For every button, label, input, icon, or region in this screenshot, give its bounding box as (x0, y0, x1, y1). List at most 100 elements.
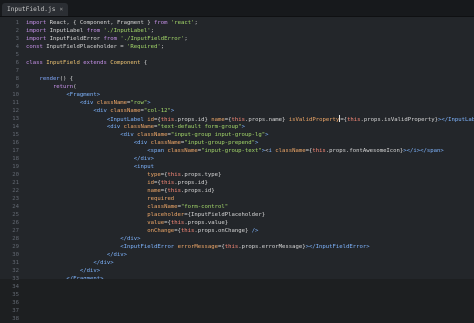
code-token: <InputFieldError (26, 244, 178, 250)
code-token: <span (26, 148, 168, 154)
code-token: from (86, 28, 101, 34)
code-token: className (275, 148, 306, 154)
code-token: > (170, 108, 175, 114)
code-token: InputFieldPlaceholder = (42, 44, 128, 50)
code-token: placeholder (26, 212, 185, 218)
code-line: <InputFieldError errorMessage={this.prop… (26, 243, 474, 251)
line-number: 5 (15, 52, 19, 58)
line-number: 24 (12, 204, 19, 210)
code-editor-window: InputField.js × 1 2 3 4 5 6 7 8 9 10 11 12 13 14 15 16 1… (0, 0, 474, 322)
line-number: 33 (12, 276, 19, 282)
line-number: 15 (12, 132, 19, 138)
code-token: ; (184, 36, 188, 42)
tab-bar: InputField.js × (0, 0, 474, 17)
close-icon[interactable]: × (59, 6, 63, 13)
code-token: ; (150, 28, 155, 34)
code-token: "col-12" (143, 108, 171, 114)
code-line: import React, { Component, Fragment } fr… (26, 19, 474, 27)
code-token: ={InputFieldPlaceholder} (184, 212, 266, 218)
line-number: 12 (12, 108, 19, 114)
code-token: </div> (26, 252, 128, 258)
code-token: > (241, 124, 245, 130)
code-line: render() { (26, 75, 474, 83)
code-line: <input (26, 163, 474, 171)
code-token: > (255, 140, 259, 146)
code-token: './InputFieldError' (116, 36, 185, 42)
line-number: 20 (12, 172, 19, 178)
line-number: 35 (12, 292, 19, 298)
code-token: extends (83, 60, 107, 66)
code-token: ( (73, 84, 77, 90)
code-line: <Fragment> (26, 91, 474, 99)
line-number: 9 (15, 84, 19, 90)
code-token: .props.id} (174, 180, 208, 186)
code-line: <div className="input-group input-group-… (26, 131, 474, 139)
code-token: ></InputFieldError> (305, 244, 370, 250)
code-token: ; (194, 20, 198, 26)
code-token: ; (160, 44, 165, 50)
code-token: 'Required' (127, 44, 161, 50)
code-token: () { (59, 76, 74, 82)
code-content[interactable]: import React, { Component, Fragment } fr… (22, 17, 474, 279)
code-token: './InputLabel' (100, 28, 151, 34)
code-token: > (147, 100, 151, 106)
line-number: 2 (15, 28, 19, 34)
code-token: .props.onChange} (194, 228, 252, 234)
code-token: from (154, 20, 168, 26)
code-token: <input (26, 164, 154, 170)
line-number: 29 (12, 244, 19, 250)
line-number: 17 (12, 148, 19, 154)
code-line: placeholder={InputFieldPlaceholder} (26, 211, 474, 219)
code-token: errorMessage (177, 244, 218, 250)
editor-area[interactable]: 1 2 3 4 5 6 7 8 9 10 11 12 13 14 15 16 17 18 19 20 21 22 23 24 2… (0, 17, 474, 322)
code-token: </div> (26, 260, 114, 266)
code-token: "text-default form-group" (157, 124, 242, 130)
code-token: InputField (42, 60, 84, 66)
code-token: .props.value} (184, 220, 229, 226)
code-token: this (167, 172, 181, 178)
code-token: InputLabel (46, 28, 87, 34)
code-token: "row" (130, 100, 148, 106)
line-number: 7 (15, 68, 19, 74)
line-number: 25 (12, 212, 19, 218)
code-token: ={ (153, 180, 161, 186)
code-token: className (167, 148, 198, 154)
tab-title: InputField.js (7, 6, 56, 13)
line-number: 22 (12, 188, 19, 194)
code-token: required (26, 196, 175, 202)
code-token: InputFieldError (46, 36, 104, 42)
code-token: value (26, 220, 165, 226)
code-token: </div> (26, 156, 154, 162)
line-number-gutter: 1 2 3 4 5 6 7 8 9 10 11 12 13 14 15 16 17 18 19 20 21 22 23 24 2… (0, 17, 22, 322)
code-token: "form-control" (180, 204, 229, 210)
code-line: <span className="input-group-text"><i cl… (26, 147, 474, 155)
code-token: return (26, 84, 74, 90)
code-token: .props.fontAwesomeIcon} (325, 148, 404, 154)
line-number: 11 (12, 100, 19, 106)
line-number: 10 (12, 92, 19, 98)
code-token: from (103, 36, 117, 42)
code-token: this (180, 228, 195, 234)
code-line: return( (26, 83, 474, 91)
code-token: "input-group-prepend" (184, 140, 256, 146)
code-token: > (265, 132, 269, 138)
tab-inputfield-js[interactable]: InputField.js × (2, 3, 69, 16)
code-token: className (137, 132, 168, 138)
line-number: 31 (12, 260, 19, 266)
code-token: onChange (26, 228, 175, 234)
line-number: 38 (12, 316, 19, 322)
code-token: this (224, 244, 239, 250)
code-token: <div (26, 140, 151, 146)
code-token: className (26, 204, 178, 210)
code-token: <div (26, 132, 138, 138)
line-number: 21 (12, 180, 19, 186)
code-token: .props.errorMessage} (238, 244, 306, 250)
code-token: ></i></span> (403, 148, 444, 154)
code-line: </div> (26, 267, 474, 275)
code-token: className (150, 140, 181, 146)
line-number: 3 (15, 36, 19, 42)
line-number: 37 (12, 308, 19, 314)
code-line: import InputLabel from './InputLabel'; (26, 27, 474, 35)
